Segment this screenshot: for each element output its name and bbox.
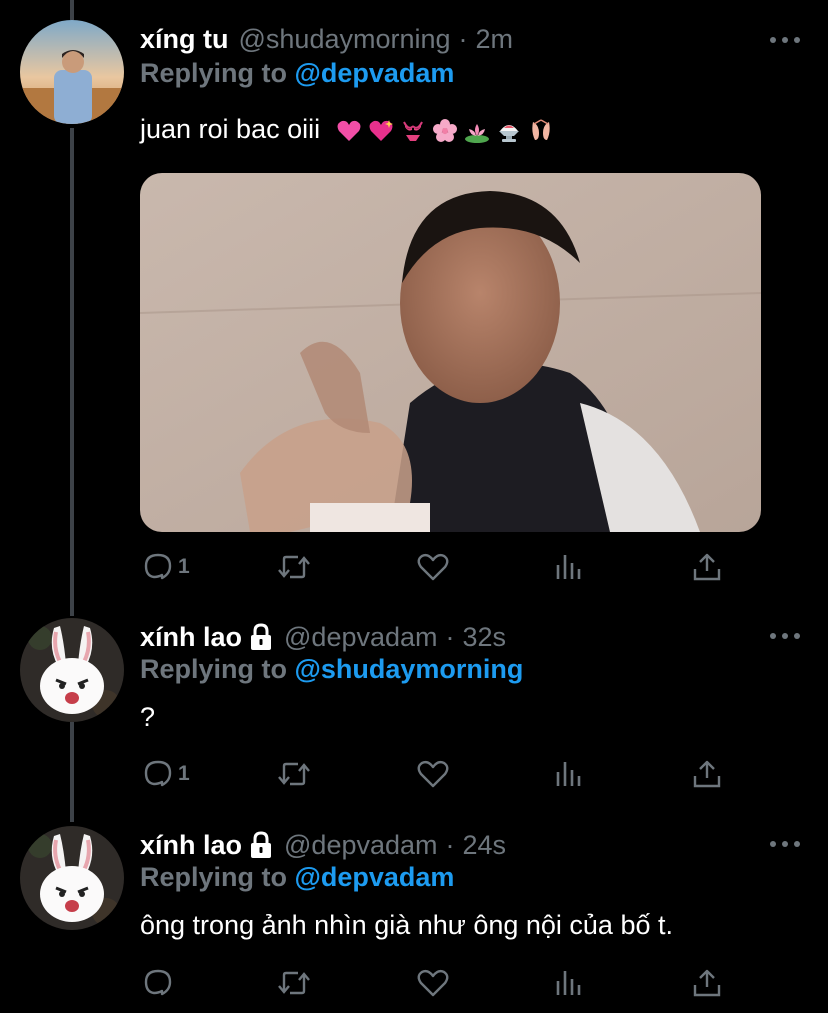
- share-button[interactable]: [692, 965, 722, 1001]
- separator-dot: ·: [458, 23, 468, 54]
- tweet-text: ông trong ảnh nhìn già như ông nội của b…: [140, 910, 673, 940]
- reply-icon: [144, 553, 172, 580]
- tweet-actions: 1: [140, 756, 740, 792]
- bikini-icon: [402, 121, 423, 141]
- analytics-button[interactable]: [554, 549, 584, 585]
- replying-prefix: Replying to: [140, 58, 287, 88]
- tweet-media-image[interactable]: [140, 173, 761, 532]
- lock-icon: [251, 831, 272, 858]
- separator-dot: ·: [445, 621, 455, 652]
- tweet-actions: [140, 965, 740, 1001]
- tweet-text-content: juan roi bac oiii: [140, 114, 321, 144]
- tweet[interactable]: xíng tu @shudaymorning · 2m Replying to …: [0, 0, 828, 610]
- reply-button[interactable]: 1: [142, 549, 190, 585]
- shaved-ice-icon: [498, 124, 519, 142]
- replying-prefix: Replying to: [140, 654, 287, 684]
- avatar[interactable]: [20, 20, 124, 124]
- avatar[interactable]: [20, 826, 124, 930]
- timestamp[interactable]: 2m: [476, 24, 514, 55]
- analytics-button[interactable]: [554, 756, 584, 792]
- tweet-text: ?: [140, 702, 156, 732]
- timestamp[interactable]: 24s: [463, 830, 507, 861]
- lotus-icon: [464, 123, 489, 143]
- like-icon: [417, 760, 449, 788]
- user-handle[interactable]: @shudaymorning: [239, 24, 451, 55]
- tweet[interactable]: xính lao @depvadam · 24s Replying to @de…: [0, 818, 828, 1013]
- analytics-icon: [556, 971, 581, 995]
- replying-to: Replying to @depvadam: [140, 58, 454, 89]
- share-icon: [693, 760, 721, 788]
- more-options-icon[interactable]: [770, 838, 800, 850]
- like-icon: [417, 553, 449, 581]
- reply-button[interactable]: 1: [142, 756, 190, 792]
- retweet-button[interactable]: [276, 756, 316, 792]
- display-name[interactable]: xíng tu: [140, 24, 229, 55]
- retweet-button[interactable]: [276, 965, 316, 1001]
- sparkling-heart-icon: [369, 119, 393, 141]
- retweet-icon: [278, 971, 310, 995]
- share-icon: [693, 553, 721, 581]
- cherry-blossom-icon: [432, 118, 457, 142]
- reply-icon: [144, 760, 172, 787]
- user-handle[interactable]: @depvadam: [284, 622, 438, 653]
- reply-button[interactable]: [142, 965, 178, 1001]
- reply-mention-link[interactable]: @depvadam: [295, 58, 455, 88]
- reply-icon: [144, 969, 172, 996]
- share-icon: [693, 969, 721, 997]
- tweet[interactable]: xính lao @depvadam · 32s Replying to @sh…: [0, 610, 828, 820]
- replying-prefix: Replying to: [140, 862, 287, 892]
- analytics-icon: [556, 762, 581, 786]
- replying-to: Replying to @depvadam: [140, 862, 454, 893]
- like-button[interactable]: [416, 756, 454, 792]
- user-handle[interactable]: @depvadam: [284, 830, 438, 861]
- heart-icon: [337, 120, 361, 141]
- like-button[interactable]: [416, 549, 454, 585]
- ballet-shoes-icon: [531, 119, 550, 140]
- separator-dot: ·: [445, 829, 455, 860]
- reply-mention-link[interactable]: @depvadam: [295, 862, 455, 892]
- like-icon: [417, 969, 449, 997]
- avatar[interactable]: [20, 618, 124, 722]
- retweet-icon: [278, 555, 310, 579]
- lock-icon: [251, 623, 272, 650]
- reply-count: 1: [178, 762, 190, 785]
- analytics-button[interactable]: [554, 965, 584, 1001]
- retweet-button[interactable]: [276, 549, 316, 585]
- reply-count: 1: [178, 555, 190, 578]
- more-options-icon[interactable]: [770, 630, 800, 642]
- emoji-row: [336, 118, 554, 144]
- share-button[interactable]: [692, 549, 722, 585]
- timestamp[interactable]: 32s: [463, 622, 507, 653]
- display-name[interactable]: xính lao: [140, 622, 242, 653]
- analytics-icon: [556, 555, 581, 579]
- reply-mention-link[interactable]: @shudaymorning: [295, 654, 524, 684]
- like-button[interactable]: [416, 965, 454, 1001]
- retweet-icon: [278, 762, 310, 786]
- replying-to: Replying to @shudaymorning: [140, 654, 523, 685]
- tweet-actions: 1: [140, 549, 740, 585]
- more-options-icon[interactable]: [770, 34, 800, 46]
- tweet-text: juan roi bac oiii: [140, 114, 554, 145]
- share-button[interactable]: [692, 756, 722, 792]
- display-name[interactable]: xính lao: [140, 830, 242, 861]
